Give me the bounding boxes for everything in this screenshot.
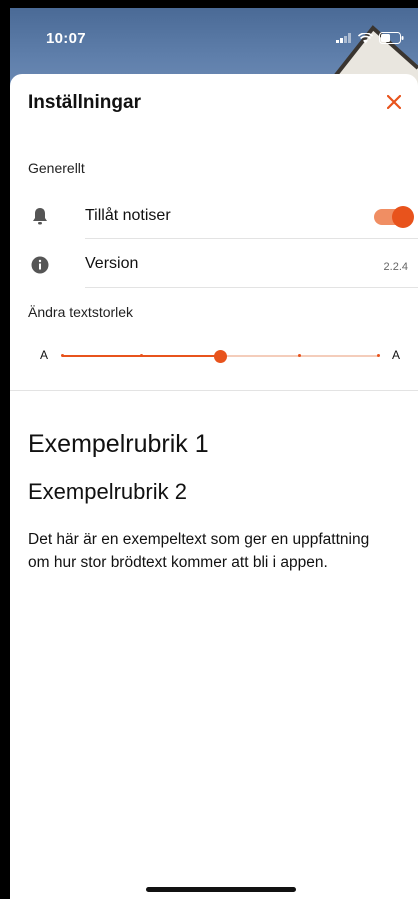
toggle-knob xyxy=(392,206,414,228)
status-icons xyxy=(336,32,404,44)
section-text-size: Ändra textstorlek xyxy=(28,304,134,320)
bell-icon xyxy=(33,208,47,225)
divider xyxy=(85,238,418,239)
battery-icon xyxy=(379,32,404,44)
slider-track xyxy=(60,350,380,363)
preview-heading-2: Exempelrubrik 2 xyxy=(28,479,187,504)
slider-max-label: A xyxy=(391,348,400,362)
page-title: Inställningar xyxy=(28,92,141,113)
close-button[interactable] xyxy=(380,88,408,116)
notifications-label: Tillåt notiser xyxy=(85,207,171,224)
version-value: 2.2.4 xyxy=(383,261,408,273)
divider xyxy=(85,287,418,288)
slider-tick xyxy=(139,354,143,357)
wifi-icon xyxy=(358,32,373,43)
preview-body-text: Det här är en exempeltext som ger en upp… xyxy=(28,531,370,571)
slider-tick xyxy=(297,354,301,357)
text-size-slider[interactable]: A A xyxy=(40,344,400,368)
status-time: 10:07 xyxy=(46,30,86,47)
preview-heading-1: Exempelrubrik 1 xyxy=(28,430,209,458)
slider-thumb[interactable] xyxy=(213,350,227,363)
home-indicator xyxy=(146,887,296,892)
section-general: Generellt xyxy=(28,160,85,176)
slider-tick xyxy=(60,354,64,357)
signal-icon xyxy=(336,33,351,43)
info-icon xyxy=(31,256,49,274)
divider xyxy=(10,390,418,391)
status-bar: 10:07 xyxy=(10,8,418,68)
slider-tick xyxy=(376,354,380,357)
notifications-toggle[interactable] xyxy=(374,206,414,228)
settings-sheet: Inställningar Generellt Tillåt notiser V… xyxy=(10,74,418,899)
version-label: Version xyxy=(85,255,139,272)
close-icon xyxy=(386,94,402,110)
slider-min-label: A xyxy=(40,348,49,362)
phone-screen: 10:07 Inställningar Generellt Tillåt not… xyxy=(10,8,418,899)
